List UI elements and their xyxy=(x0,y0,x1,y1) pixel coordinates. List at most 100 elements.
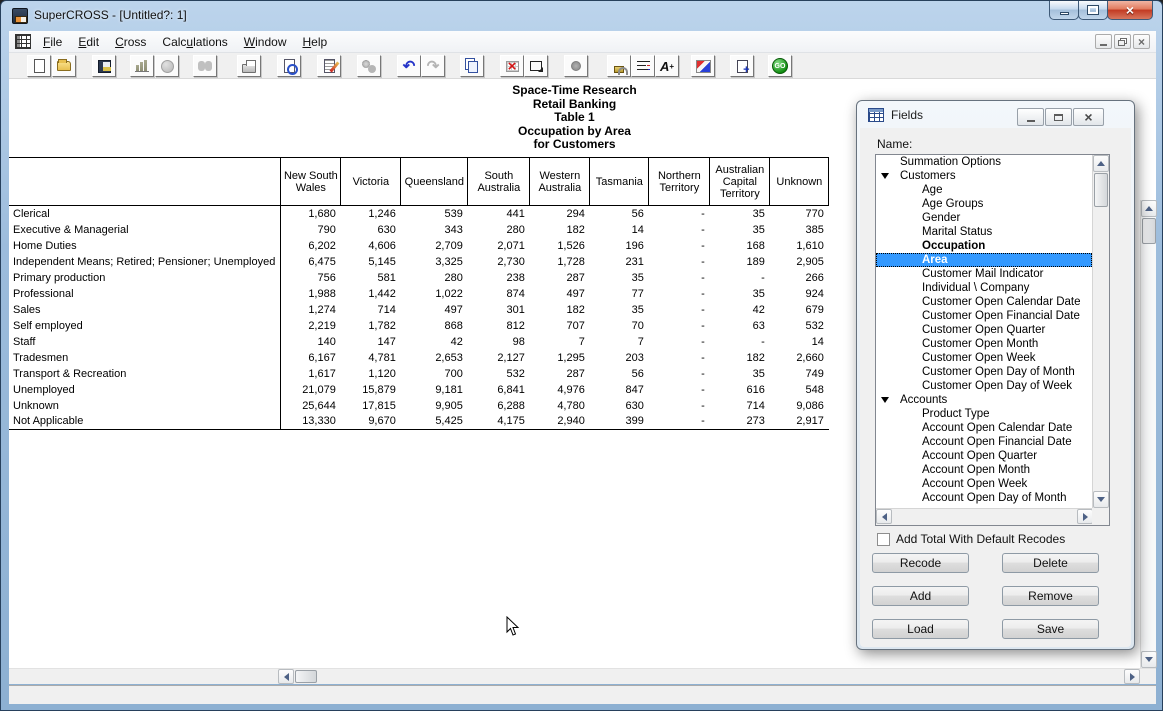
field-item-gender[interactable]: Gender xyxy=(876,211,1092,225)
data-cell[interactable]: 679 xyxy=(770,302,829,318)
field-item-account-open-month[interactable]: Account Open Month xyxy=(876,463,1092,477)
data-cell[interactable]: 266 xyxy=(770,270,829,286)
data-cell[interactable]: 5,145 xyxy=(341,254,401,270)
data-cell[interactable]: 15,879 xyxy=(341,382,401,398)
data-cell[interactable]: 714 xyxy=(341,302,401,318)
row-label[interactable]: Transport & Recreation xyxy=(9,366,281,382)
fields-list-vscrollbar[interactable] xyxy=(1092,155,1109,508)
data-cell[interactable]: 294 xyxy=(530,206,590,222)
data-cell[interactable]: 13,330 xyxy=(281,414,341,430)
data-cell[interactable]: 280 xyxy=(468,222,530,238)
data-cell[interactable]: 35 xyxy=(590,302,649,318)
data-cell[interactable]: 1,988 xyxy=(281,286,341,302)
data-cell[interactable]: - xyxy=(649,254,710,270)
data-cell[interactable]: 6,167 xyxy=(281,350,341,366)
annotate-button[interactable] xyxy=(317,55,341,77)
data-cell[interactable]: 497 xyxy=(401,302,468,318)
field-item-age-groups[interactable]: Age Groups xyxy=(876,197,1092,211)
vertical-scrollbar[interactable] xyxy=(1140,200,1156,668)
data-cell[interactable]: - xyxy=(649,222,710,238)
field-item-marital-status[interactable]: Marital Status xyxy=(876,225,1092,239)
field-item-customer-open-month[interactable]: Customer Open Month xyxy=(876,337,1092,351)
field-item-account-open-financial-date[interactable]: Account Open Financial Date xyxy=(876,435,1092,449)
data-cell[interactable]: 1,442 xyxy=(341,286,401,302)
fields-vertical-scroll-thumb[interactable] xyxy=(1094,173,1108,207)
row-label[interactable]: Independent Means; Retired; Pensioner; U… xyxy=(9,254,281,270)
data-cell[interactable]: - xyxy=(710,334,770,350)
data-cell[interactable]: 399 xyxy=(590,414,649,430)
data-cell[interactable]: 1,680 xyxy=(281,206,341,222)
delete-table-button[interactable]: × xyxy=(500,55,524,77)
data-cell[interactable]: 2,127 xyxy=(468,350,530,366)
data-cell[interactable]: 35 xyxy=(710,286,770,302)
load-button[interactable]: Load xyxy=(872,619,969,639)
data-cell[interactable]: - xyxy=(649,398,710,414)
data-cell[interactable]: 7 xyxy=(590,334,649,350)
vertical-scroll-thumb[interactable] xyxy=(1142,218,1156,244)
field-summary-button[interactable] xyxy=(631,55,655,77)
data-cell[interactable]: - xyxy=(649,350,710,366)
data-cell[interactable]: 14 xyxy=(770,334,829,350)
scroll-right-button[interactable] xyxy=(1124,669,1140,684)
data-cell[interactable]: 714 xyxy=(710,398,770,414)
remove-button[interactable]: Remove xyxy=(1002,586,1099,606)
add-total-checkbox[interactable] xyxy=(877,533,890,546)
column-header[interactable]: Victoria xyxy=(341,158,401,206)
data-cell[interactable]: 21,079 xyxy=(281,382,341,398)
row-label[interactable]: Tradesmen xyxy=(9,350,281,366)
data-cell[interactable]: - xyxy=(649,238,710,254)
tree-expand-icon[interactable] xyxy=(881,397,889,403)
dialog-minimize-button[interactable] xyxy=(1017,108,1044,126)
data-cell[interactable]: 812 xyxy=(468,318,530,334)
data-cell[interactable]: 497 xyxy=(530,286,590,302)
menu-window[interactable]: Window xyxy=(236,31,295,53)
data-cell[interactable]: - xyxy=(649,334,710,350)
data-cell[interactable]: 756 xyxy=(281,270,341,286)
menu-calculations[interactable]: Calculations xyxy=(154,31,235,53)
new-table-button[interactable] xyxy=(730,55,754,77)
data-cell[interactable]: - xyxy=(649,318,710,334)
record-button[interactable] xyxy=(564,55,588,77)
transpose-button[interactable] xyxy=(524,55,548,77)
field-item-account-open-calendar-date[interactable]: Account Open Calendar Date xyxy=(876,421,1092,435)
data-cell[interactable]: 749 xyxy=(770,366,829,382)
field-item-customer-open-day-of-month[interactable]: Customer Open Day of Month xyxy=(876,365,1092,379)
row-label[interactable]: Staff xyxy=(9,334,281,350)
field-item-customer-open-calendar-date[interactable]: Customer Open Calendar Date xyxy=(876,295,1092,309)
data-cell[interactable]: 924 xyxy=(770,286,829,302)
scroll-up-button[interactable] xyxy=(1141,200,1157,217)
data-cell[interactable]: 1,295 xyxy=(530,350,590,366)
scroll-down-button[interactable] xyxy=(1141,651,1157,668)
dialog-close-button[interactable]: × xyxy=(1073,108,1104,126)
data-cell[interactable]: 1,610 xyxy=(770,238,829,254)
data-cell[interactable]: - xyxy=(649,366,710,382)
data-cell[interactable]: 287 xyxy=(530,366,590,382)
data-cell[interactable]: 532 xyxy=(770,318,829,334)
data-cell[interactable]: 2,917 xyxy=(770,414,829,430)
data-cell[interactable]: 182 xyxy=(530,302,590,318)
data-cell[interactable]: 2,219 xyxy=(281,318,341,334)
bar-chart-button[interactable] xyxy=(130,55,154,77)
data-cell[interactable]: 168 xyxy=(710,238,770,254)
horizontal-scrollbar[interactable] xyxy=(9,668,1156,684)
data-cell[interactable]: 182 xyxy=(530,222,590,238)
column-header[interactable]: Unknown xyxy=(770,158,829,206)
data-cell[interactable]: 4,976 xyxy=(530,382,590,398)
data-cell[interactable]: 63 xyxy=(710,318,770,334)
field-item-accounts[interactable]: Accounts xyxy=(876,393,1092,407)
column-header[interactable]: New South Wales xyxy=(281,158,341,206)
data-cell[interactable]: 5,425 xyxy=(401,414,468,430)
data-cell[interactable]: - xyxy=(649,382,710,398)
data-cell[interactable]: 4,780 xyxy=(530,398,590,414)
minimize-button[interactable] xyxy=(1049,1,1079,20)
field-item-occupation[interactable]: Occupation xyxy=(876,239,1092,253)
data-cell[interactable]: 2,071 xyxy=(468,238,530,254)
data-cell[interactable]: 70 xyxy=(590,318,649,334)
column-header[interactable]: Queensland xyxy=(401,158,468,206)
data-cell[interactable]: 182 xyxy=(710,350,770,366)
data-cell[interactable]: - xyxy=(649,270,710,286)
data-cell[interactable]: 2,940 xyxy=(530,414,590,430)
field-item-area[interactable]: Area xyxy=(876,253,1092,267)
field-item-product-type[interactable]: Product Type xyxy=(876,407,1092,421)
data-cell[interactable]: 385 xyxy=(770,222,829,238)
